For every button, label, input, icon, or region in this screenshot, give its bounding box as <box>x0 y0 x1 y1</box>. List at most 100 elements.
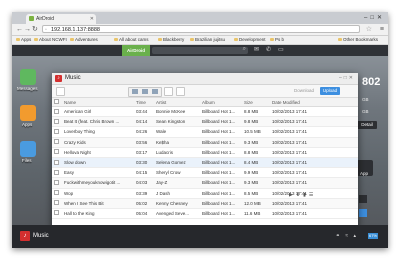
row-actions: ▶⬇▮☰ <box>289 191 316 200</box>
bookmark-cams[interactable]: All about cams <box>114 36 149 44</box>
column-header[interactable]: Size <box>242 98 270 107</box>
delete-icon[interactable] <box>164 87 173 96</box>
row-checkbox[interactable] <box>54 139 59 145</box>
screen-icon[interactable]: ▭ <box>278 46 284 55</box>
bookmark-ncwfi[interactable]: About NCWFI <box>34 36 67 44</box>
forward-icon[interactable]: → <box>24 25 31 34</box>
cell-artist: Kenny Chesney <box>154 198 200 209</box>
bookmark-jujitsu[interactable]: Brazilian jujitsu <box>190 36 225 44</box>
column-header[interactable]: Artist <box>154 98 200 107</box>
battery-badge: 67% <box>368 233 378 239</box>
row-checkbox[interactable] <box>54 169 59 175</box>
table-row[interactable]: Slow down 03:30 Selena Gomez Billboard Hot … <box>52 157 358 169</box>
row-checkbox-cell[interactable] <box>52 208 62 220</box>
row-checkbox-cell[interactable] <box>52 188 62 199</box>
files-icon[interactable] <box>20 141 36 157</box>
column-header[interactable]: Album <box>200 98 242 107</box>
cell-name: Hall to the King <box>62 208 134 220</box>
reload-icon[interactable]: ↻ <box>32 25 38 34</box>
apps-icon[interactable] <box>20 105 36 121</box>
widget-icon[interactable] <box>359 195 367 203</box>
row-checkbox-cell[interactable] <box>52 167 62 179</box>
search-icon: ⌕ <box>242 46 246 52</box>
row-checkbox-cell[interactable] <box>52 106 62 118</box>
music-taskbar-icon[interactable]: ♪ <box>20 231 30 241</box>
cell-artist: Wale <box>154 126 200 138</box>
phone-icon[interactable]: ✆ <box>266 46 271 55</box>
bookmark-blackberry[interactable]: Blackberry <box>158 36 184 44</box>
search-input[interactable]: ⌕ <box>152 46 248 54</box>
apps-icon <box>16 38 20 42</box>
row-checkbox[interactable] <box>54 190 59 196</box>
column-header[interactable]: Date Modified <box>270 98 358 107</box>
table-row[interactable]: Beat It (feat. Chris Brown ... 04:14 Sean … <box>52 116 358 128</box>
bookmark-ps[interactable]: Ps b <box>270 36 284 44</box>
close-icon[interactable]: ✕ <box>349 75 355 81</box>
cell-time: 05:04 <box>134 208 154 220</box>
table-row[interactable]: Fuckwithmeyouknowigotit ... 04:03 Jay-Z Bil… <box>52 177 358 189</box>
row-checkbox-cell[interactable] <box>52 126 62 138</box>
bookmark-adventures[interactable]: Adventures <box>70 36 98 44</box>
row-checkbox[interactable] <box>54 200 59 206</box>
table-row[interactable]: Easy 04:15 Sheryl Crow Billboard Hot 1... 9.… <box>52 167 358 179</box>
download-icon[interactable]: ⬇ <box>296 192 303 198</box>
play-icon[interactable]: ▶ <box>289 192 296 198</box>
storage-unit-2: GB <box>362 109 369 114</box>
cell-size: 8.8 MB <box>242 147 270 158</box>
row-checkbox[interactable] <box>54 210 59 216</box>
row-checkbox[interactable] <box>54 108 59 114</box>
download-button[interactable]: Download <box>294 87 314 95</box>
app-widget-label: App <box>360 171 369 176</box>
table-header: Name Time Artist Album Size Date Modifie… <box>52 98 358 107</box>
mail-icon[interactable]: ✉ <box>254 46 259 55</box>
table-row[interactable]: Loverboy Thing 04:26 Wale Billboard Hot 1..… <box>52 126 358 138</box>
cell-artist: Ke$ha <box>154 137 200 148</box>
bookmark-other[interactable]: Other Bookmarks <box>338 36 378 44</box>
widget-icon[interactable] <box>359 209 367 217</box>
row-checkbox[interactable] <box>54 118 59 124</box>
link-icon[interactable]: ⚭ <box>336 233 342 239</box>
row-checkbox[interactable] <box>54 128 59 134</box>
select-all-checkbox[interactable] <box>56 87 65 96</box>
row-checkbox-cell[interactable] <box>52 177 62 189</box>
row-checkbox-cell[interactable] <box>52 147 62 158</box>
table-row[interactable]: Crazy Kids 03:56 Ke$ha Billboard Hot 1... 9.… <box>52 137 358 148</box>
column-header[interactable]: Time <box>134 98 154 107</box>
row-checkbox-cell[interactable] <box>52 137 62 148</box>
column-header[interactable] <box>52 98 62 107</box>
row-checkbox[interactable] <box>54 149 59 155</box>
url-input[interactable]: ▫ 192.168.1.137:8888 <box>42 25 360 33</box>
maximize-icon[interactable]: □ <box>370 15 377 21</box>
bookmark-apps[interactable]: Apps <box>16 36 31 44</box>
row-checkbox[interactable] <box>54 159 59 165</box>
album-view-icon[interactable] <box>152 89 158 94</box>
bookmark-development[interactable]: Development <box>234 36 266 44</box>
tab-airdroid[interactable]: AirDroid ✕ <box>26 14 96 24</box>
detail-button[interactable]: Detail <box>357 121 377 129</box>
close-tab-icon[interactable]: ✕ <box>90 14 94 24</box>
refresh-icon[interactable] <box>176 87 185 96</box>
row-checkbox-cell[interactable] <box>52 116 62 128</box>
header-checkbox[interactable] <box>54 99 59 104</box>
row-checkbox-cell[interactable] <box>52 157 62 169</box>
more-icon[interactable]: ☰ <box>309 192 316 198</box>
cell-size: 9.8 MB <box>242 116 270 128</box>
upload-button[interactable]: Upload <box>320 87 340 95</box>
column-header[interactable]: Name <box>62 98 134 107</box>
close-window-icon[interactable]: ✕ <box>377 15 385 21</box>
cell-size: 9.9 MB <box>242 167 270 179</box>
row-checkbox-cell[interactable] <box>52 198 62 209</box>
table-row[interactable]: Hellova Night 03:17 Ludacris Billboard Hot … <box>52 147 358 158</box>
messages-icon[interactable] <box>20 69 36 85</box>
back-icon[interactable]: ← <box>16 25 23 34</box>
row-checkbox[interactable] <box>54 179 59 185</box>
table-row[interactable]: Hall to the King 05:04 Avenged Seve... Bill… <box>52 208 358 220</box>
cell-name: Fuckwithmeyouknowigotit ... <box>62 177 134 189</box>
artist-view-icon[interactable] <box>142 89 148 94</box>
table-row[interactable]: American Girl 03:44 Bonnie McKee Billboard … <box>52 106 358 118</box>
cell-date: 10/02/2013 17:41 <box>270 208 358 220</box>
bookmark-star-icon[interactable]: ☆ <box>366 25 372 34</box>
chrome-menu-icon[interactable]: ≡ <box>380 25 384 34</box>
list-view-icon[interactable] <box>132 89 138 94</box>
wifi-icon: ≈ <box>345 233 351 239</box>
